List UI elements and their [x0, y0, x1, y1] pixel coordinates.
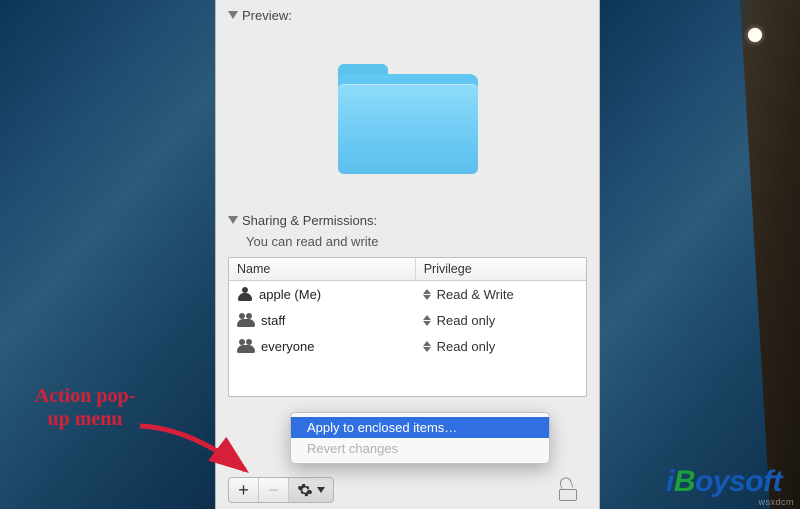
preview-area	[228, 29, 587, 209]
privilege-value: Read only	[437, 313, 496, 328]
watermark-text: wsxdcm	[758, 497, 794, 507]
permission-summary: You can read and write	[246, 234, 587, 249]
user-name: everyone	[261, 339, 314, 354]
user-name: staff	[261, 313, 285, 328]
privilege-value: Read only	[437, 339, 496, 354]
permissions-table: Name Privilege apple (Me) Read & Write s…	[228, 257, 587, 397]
disclosure-triangle-icon	[228, 216, 238, 224]
lock-button[interactable]	[559, 481, 577, 501]
privilege-cell[interactable]: Read only	[417, 339, 586, 354]
table-row[interactable]: apple (Me) Read & Write	[229, 281, 586, 307]
menu-item-apply-enclosed[interactable]: Apply to enclosed items…	[291, 417, 549, 438]
disclosure-triangle-icon	[228, 11, 238, 19]
group-icon	[237, 313, 255, 327]
menu-item-revert-changes: Revert changes	[291, 438, 549, 459]
permissions-table-header: Name Privilege	[229, 258, 586, 281]
folder-icon	[338, 64, 478, 174]
sharing-section-header[interactable]: Sharing & Permissions:	[228, 213, 587, 228]
action-popup-menu: Apply to enclosed items… Revert changes	[290, 412, 550, 464]
remove-user-button	[259, 478, 289, 502]
stepper-icon	[423, 341, 433, 352]
user-name: apple (Me)	[259, 287, 321, 302]
watermark-logo: iBoysoft	[666, 465, 782, 499]
preview-section-title: Preview:	[242, 8, 292, 23]
desktop-wallpaper-right	[600, 0, 800, 509]
wallpaper-cliff	[700, 0, 800, 509]
chevron-down-icon	[317, 487, 325, 493]
annotation-label: Action pop-up menu	[30, 385, 140, 431]
add-user-button[interactable]	[229, 478, 259, 502]
annotation-arrow	[135, 418, 255, 478]
preview-section-header[interactable]: Preview:	[228, 8, 587, 23]
privilege-cell[interactable]: Read only	[417, 313, 586, 328]
action-popup-button[interactable]	[289, 478, 333, 502]
table-footer-controls	[228, 477, 334, 503]
sharing-section-title: Sharing & Permissions:	[242, 213, 377, 228]
privilege-cell[interactable]: Read & Write	[417, 287, 586, 302]
person-icon	[237, 287, 253, 301]
table-row[interactable]: staff Read only	[229, 307, 586, 333]
column-header-privilege[interactable]: Privilege	[416, 258, 586, 280]
table-row[interactable]: everyone Read only	[229, 333, 586, 359]
wallpaper-moon	[748, 28, 762, 42]
stepper-icon	[423, 315, 433, 326]
privilege-value: Read & Write	[437, 287, 514, 302]
group-icon	[237, 339, 255, 353]
column-header-name[interactable]: Name	[229, 258, 416, 280]
stepper-icon	[423, 289, 433, 300]
gear-icon	[297, 482, 313, 498]
